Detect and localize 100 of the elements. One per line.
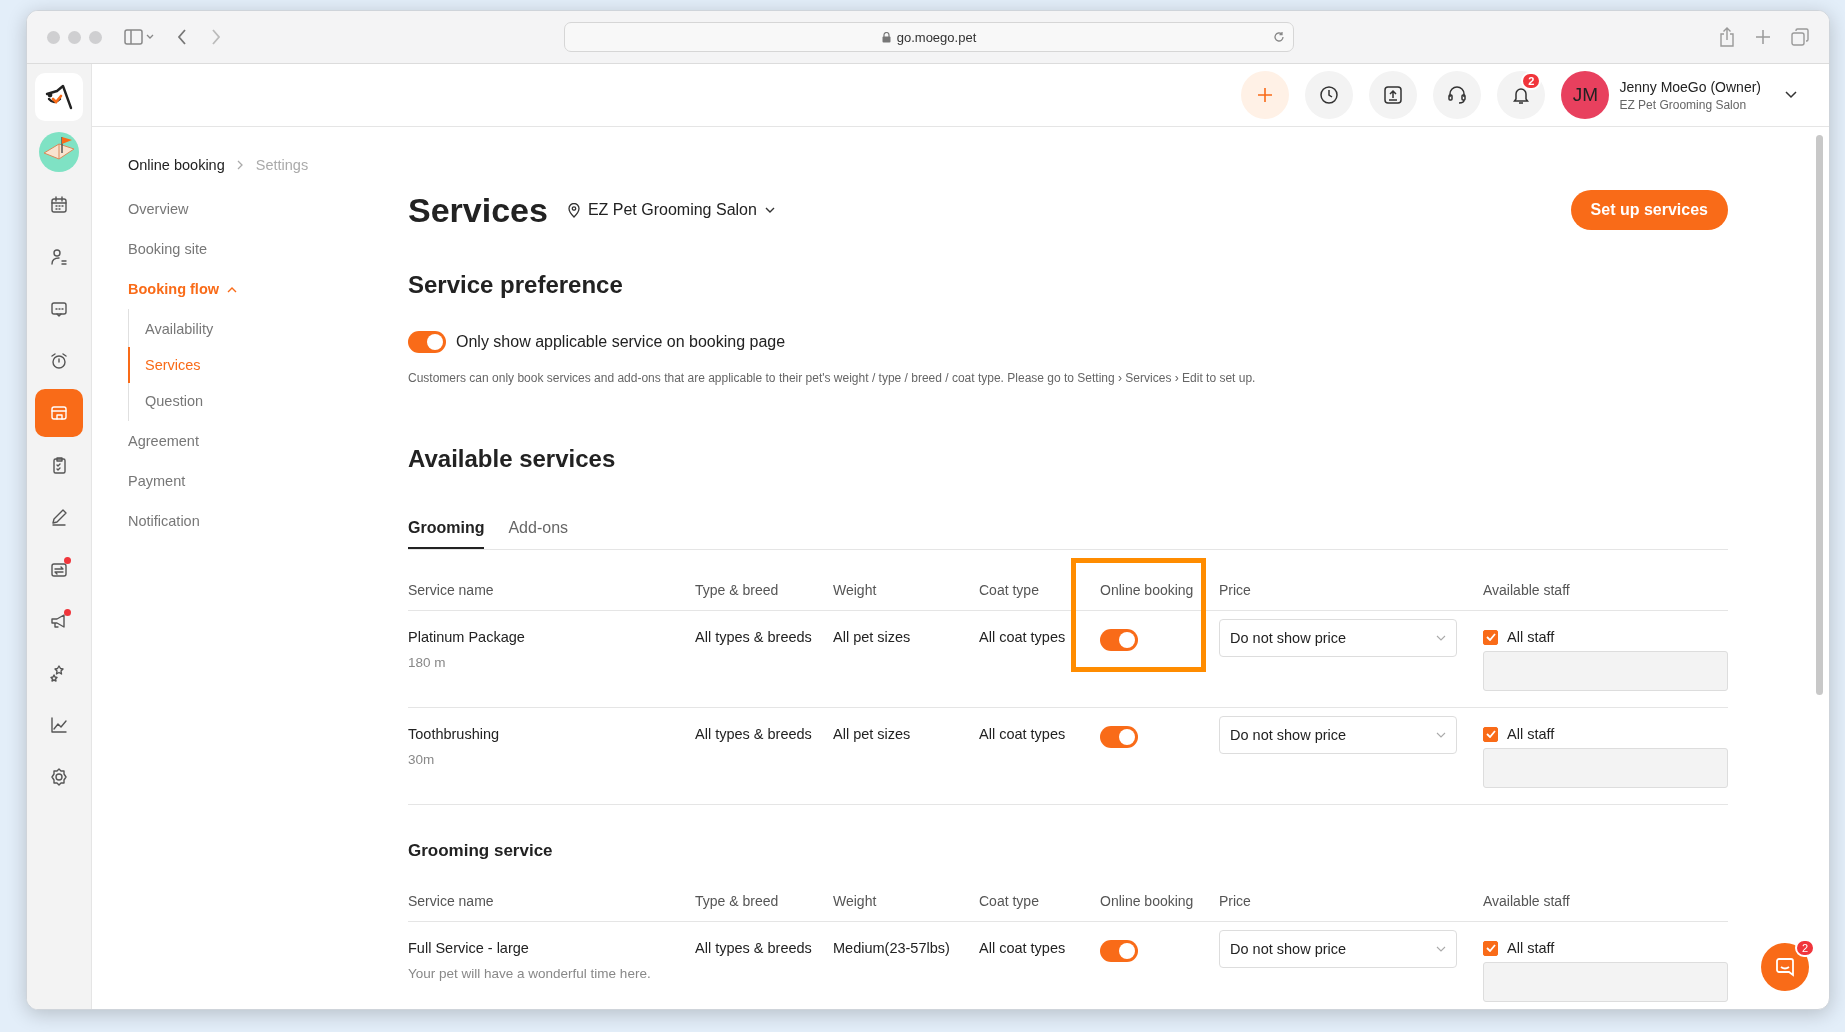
new-tab-icon[interactable] [1755, 29, 1771, 45]
checkmark-icon [1485, 730, 1496, 738]
service-detail: Your pet will have a wonderful time here. [408, 966, 652, 981]
column-header: Service name [408, 582, 495, 598]
location-selector[interactable]: EZ Pet Grooming Salon [567, 201, 775, 219]
back-icon[interactable] [176, 28, 188, 46]
chevron-right-icon [236, 160, 244, 170]
table-cell-text: All types & breeds [695, 726, 813, 744]
notifications-button[interactable]: 2 [1497, 71, 1546, 119]
chat-badge: 2 [1794, 939, 1815, 957]
category-tab[interactable]: Grooming [408, 507, 485, 549]
settings-nav-item[interactable]: Overview [128, 189, 189, 229]
table-cell-text: All pet sizes [833, 629, 912, 647]
column-header: Coat type [979, 893, 1040, 909]
storefront-icon [49, 403, 69, 423]
column-header: Type & breed [695, 582, 780, 598]
dropdown-value: Do not show price [1230, 941, 1347, 957]
dropdown-value: Do not show price [1230, 630, 1347, 646]
checkbox[interactable] [1483, 726, 1498, 742]
clock-button[interactable] [1305, 71, 1354, 119]
tabs-overview-icon[interactable] [1791, 28, 1809, 46]
table-cell-text: Medium(23-57lbs) [833, 940, 951, 958]
plus-icon [1256, 86, 1275, 104]
online-booking-toggle[interactable] [1100, 940, 1138, 962]
column-header: Type & breed [695, 893, 780, 909]
column-header: Price [1219, 582, 1252, 598]
set-up-services-button[interactable]: Set up services [1570, 190, 1728, 230]
settings-subnav-item[interactable]: Services [128, 347, 201, 383]
column-header: Price [1219, 893, 1252, 909]
location-pin-icon [567, 202, 580, 218]
breadcrumb-link[interactable]: Online booking [128, 157, 225, 173]
service-name: Platinum Package [408, 629, 526, 645]
pencil-icon [49, 507, 69, 527]
chevron-down-icon [764, 206, 775, 214]
service-detail: 30m [408, 752, 436, 767]
scrollbar[interactable] [1816, 135, 1823, 695]
settings-nav-item[interactable]: Payment [128, 461, 186, 501]
app-logo[interactable] [35, 73, 83, 121]
forward-icon[interactable] [210, 28, 222, 46]
table-cell-text: All coat types [979, 629, 1067, 647]
upload-button[interactable] [1369, 71, 1418, 119]
nav-rail-button[interactable] [35, 389, 83, 437]
chat-icon [1774, 956, 1796, 978]
staff-field[interactable] [1483, 651, 1728, 691]
add-button[interactable] [1241, 71, 1290, 119]
settings-nav-item[interactable]: Booking flow [128, 269, 237, 309]
staff-field[interactable] [1483, 748, 1728, 788]
checkmark-icon [1485, 633, 1496, 641]
table-cell-text: All coat types [979, 940, 1067, 958]
settings-subnav-item[interactable]: Availability [128, 311, 214, 347]
user-menu[interactable]: JM Jenny MoeGo (Owner) EZ Pet Grooming Salon [1561, 71, 1797, 119]
checkbox[interactable] [1483, 940, 1498, 956]
sidebar-toggle-icon[interactable] [124, 28, 154, 46]
reload-icon[interactable] [1273, 31, 1285, 43]
table-cell-text: All types & breeds [695, 629, 813, 647]
price-dropdown[interactable]: Do not show price [1219, 716, 1457, 754]
column-header: Online booking [1100, 893, 1195, 909]
chevron-down-icon [1436, 946, 1446, 952]
url-text: go.moego.pet [896, 29, 977, 45]
business-name: EZ Pet Grooming Salon [1619, 97, 1748, 112]
message-icon [49, 299, 69, 319]
help-text: Customers can only book services and add-ons that are applicable to their pet's weight / type / breed / coat type. Please go to Setting › Services › Edit to set up. [408, 371, 1257, 385]
support-button[interactable] [1433, 71, 1482, 119]
notification-count: 2 [1521, 72, 1542, 90]
toggle-label: Only show applicable service on booking page [456, 333, 786, 351]
settings-nav-item[interactable]: Booking site [128, 229, 207, 269]
user-avatar: JM [1561, 71, 1610, 119]
checkbox-label: All staff [1507, 726, 1555, 742]
category-tab[interactable]: Add-ons [508, 507, 569, 549]
settings-icon [49, 767, 69, 787]
upload-icon [1383, 85, 1404, 105]
chevron-icon [227, 285, 237, 293]
settings-nav-item[interactable]: Agreement [128, 421, 199, 461]
online-booking-toggle[interactable] [1100, 629, 1138, 651]
checkbox[interactable] [1483, 629, 1498, 645]
column-header: Available staff [1483, 582, 1571, 598]
online-booking-toggle[interactable] [1100, 726, 1138, 748]
checkbox-label: All staff [1507, 629, 1555, 645]
address-bar[interactable]: go.moego.pet [564, 22, 1294, 52]
price-dropdown[interactable]: Do not show price [1219, 930, 1457, 968]
page-title: Services [408, 190, 548, 230]
price-dropdown[interactable]: Do not show price [1219, 619, 1457, 657]
dropdown-value: Do not show price [1230, 727, 1347, 743]
column-header: Coat type [979, 582, 1040, 598]
business-avatar-icon[interactable] [38, 131, 80, 173]
chevron-down-icon [1785, 91, 1797, 99]
toggle-switch[interactable] [408, 331, 446, 353]
staff-field[interactable] [1483, 962, 1728, 1002]
settings-nav-item[interactable]: Notification [128, 501, 200, 541]
breadcrumb-current: Settings [255, 157, 309, 173]
column-header: Online booking [1100, 582, 1195, 598]
location-name: EZ Pet Grooming Salon [587, 201, 757, 219]
client-pet-icon [49, 247, 69, 267]
share-icon[interactable] [1719, 27, 1735, 47]
column-header: Weight [833, 893, 878, 909]
settings-subnav-item[interactable]: Question [128, 383, 204, 419]
checkbox-label: All staff [1507, 940, 1555, 956]
calendar-icon [49, 195, 69, 215]
table-cell-text: All pet sizes [833, 726, 912, 744]
section-heading: Available services [408, 445, 617, 473]
